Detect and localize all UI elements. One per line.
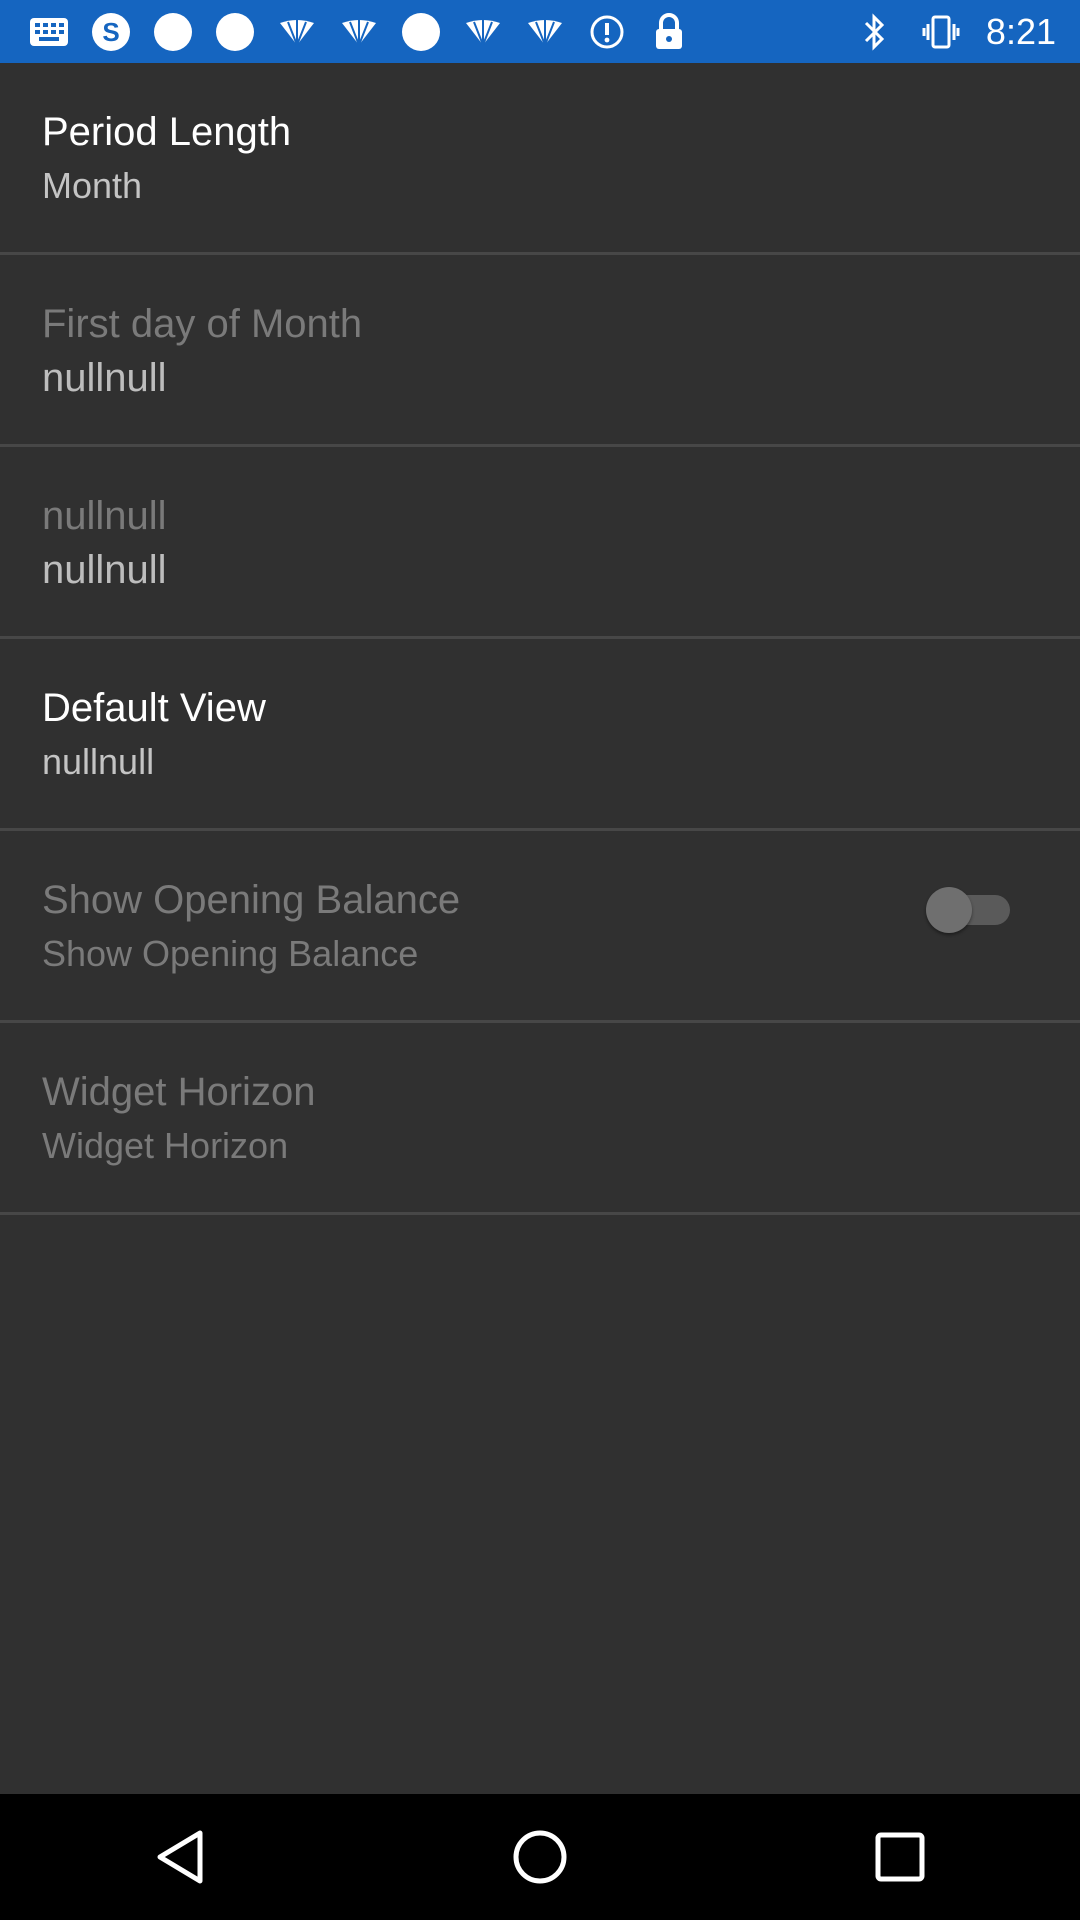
setting-show-opening-balance: Show Opening Balance Show Opening Balanc… <box>0 831 1080 1023</box>
back-icon <box>157 1830 203 1884</box>
setting-first-day-of-month: First day of Month nullnull <box>0 255 1080 447</box>
home-button[interactable] <box>480 1797 600 1917</box>
bluetooth-icon <box>854 11 896 53</box>
sync-app-icon: S <box>90 11 132 53</box>
setting-title: Default View <box>42 686 266 730</box>
setting-title: Show Opening Balance <box>42 878 461 922</box>
setting-period-length[interactable]: Period Length Month <box>0 63 1080 255</box>
lock-icon <box>648 11 690 53</box>
circle-notification-icon <box>400 11 442 53</box>
recents-icon <box>875 1832 925 1882</box>
setting-summary: Month <box>42 165 143 206</box>
setting-summary: nullnull <box>42 741 155 782</box>
clock: 8:21 <box>985 10 1056 52</box>
settings-list: Period Length Month First day of Month n… <box>0 63 1080 1215</box>
setting-unnamed: nullnull nullnull <box>0 447 1080 639</box>
system-status: 8:21 <box>854 0 1056 63</box>
setting-widget-horizon: Widget Horizon Widget Horizon <box>0 1023 1080 1215</box>
back-button[interactable] <box>120 1797 240 1917</box>
message-icon <box>28 11 70 53</box>
setting-title: Widget Horizon <box>42 1070 316 1114</box>
fan-app-icon <box>524 11 566 53</box>
setting-summary: Widget Horizon <box>42 1125 289 1166</box>
notification-icons: S <box>28 11 690 53</box>
toggle-thumb <box>926 887 972 933</box>
circle-notification-icon <box>152 11 194 53</box>
setting-title: First day of Month <box>42 302 363 346</box>
status-bar: S 8:21 <box>0 0 1080 63</box>
navigation-bar <box>0 1794 1080 1920</box>
setting-summary: nullnull <box>42 548 167 592</box>
recents-button[interactable] <box>840 1797 960 1917</box>
setting-title: nullnull <box>42 494 167 538</box>
setting-summary: nullnull <box>42 356 167 400</box>
vibrate-icon <box>920 11 962 53</box>
opening-balance-toggle[interactable] <box>926 887 1010 933</box>
circle-notification-icon <box>214 11 256 53</box>
home-icon <box>513 1830 567 1884</box>
fan-app-icon <box>338 11 380 53</box>
svg-text:S: S <box>102 17 119 47</box>
setting-title: Period Length <box>42 110 292 154</box>
setting-summary: Show Opening Balance <box>42 933 419 974</box>
fan-app-icon <box>276 11 318 53</box>
fan-app-icon <box>462 11 504 53</box>
setting-default-view[interactable]: Default View nullnull <box>0 639 1080 831</box>
info-icon <box>586 11 628 53</box>
